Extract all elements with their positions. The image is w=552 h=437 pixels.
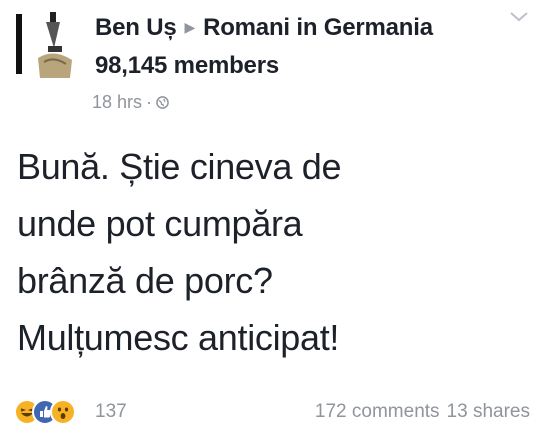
chevron-down-icon[interactable]	[508, 10, 530, 24]
meta-separator: ·	[146, 92, 153, 112]
comments-count-link[interactable]: 172 comments	[315, 401, 440, 422]
post-meta: 18 hrs ·	[92, 92, 169, 113]
timestamp[interactable]: 18 hrs	[92, 92, 142, 112]
post-text-line: Bună. Știe cineva de	[17, 146, 342, 187]
post-body: Bună. Știe cineva de unde pot cumpăra br…	[17, 138, 537, 366]
author-name[interactable]: Ben Uș	[95, 14, 177, 41]
right-triangle-icon: ▶	[184, 19, 196, 35]
engagement-counts: 172 comments 13 shares	[315, 401, 530, 423]
post-footer: 137 172 comments 13 shares	[0, 392, 552, 432]
avatar-image	[10, 8, 88, 80]
group-name[interactable]: Romani in Germania	[203, 14, 433, 41]
post-text-line: Mulțumesc anticipat!	[17, 317, 340, 358]
wow-icon	[50, 399, 76, 425]
globe-icon	[156, 96, 169, 109]
post-header: Ben Uș ▶ Romani in Germania	[95, 14, 433, 42]
shares-count-link[interactable]: 13 shares	[447, 401, 530, 422]
reaction-count[interactable]: 137	[95, 401, 127, 423]
post-text-line: unde pot cumpăra	[17, 203, 303, 244]
post-text-line: brânză de porc?	[17, 260, 273, 301]
avatar[interactable]	[10, 8, 88, 80]
member-count: 98,145 members	[95, 52, 279, 79]
